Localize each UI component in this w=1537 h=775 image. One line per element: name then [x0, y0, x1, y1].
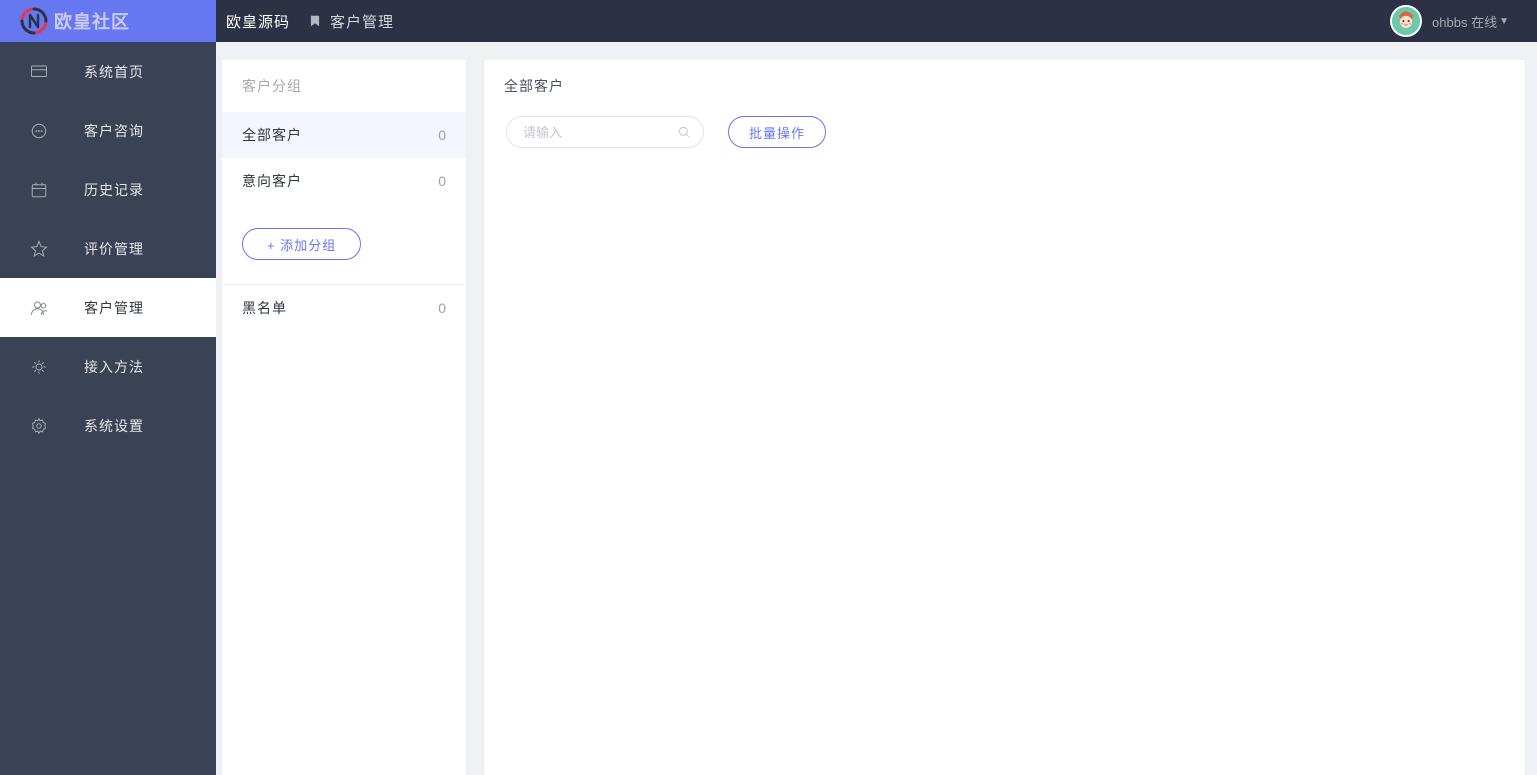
nav-item-integration[interactable]: 接入方法	[0, 337, 216, 396]
nav-label: 系统设置	[84, 416, 144, 436]
nav-item-history[interactable]: 历史记录	[0, 160, 216, 219]
group-item-all[interactable]: 全部客户 0	[222, 112, 466, 158]
nav-label: 系统首页	[84, 62, 144, 82]
content: 客户分组 全部客户 0 意向客户 0 + 添加分组 黑名单 0 全部客户	[216, 42, 1537, 775]
user-menu[interactable]: ohbbs 在线 ▼	[1390, 0, 1509, 42]
batch-action-button[interactable]: 批量操作	[728, 116, 826, 148]
nav-item-consult[interactable]: 客户咨询	[0, 101, 216, 160]
star-icon	[30, 240, 48, 258]
search-wrap	[506, 116, 704, 148]
search-input[interactable]	[506, 116, 704, 148]
nav-label: 客户管理	[84, 298, 144, 318]
logo-text: 欧皇社区	[54, 8, 130, 34]
caret-down-icon: ▼	[1499, 16, 1509, 27]
nav-label: 评价管理	[84, 239, 144, 259]
users-icon	[30, 299, 48, 317]
group-item-count: 0	[438, 127, 446, 143]
page-title-wrap: 客户管理	[308, 11, 394, 32]
customer-list-title: 全部客户	[484, 60, 1525, 116]
group-item-count: 0	[438, 173, 446, 189]
nav-item-home[interactable]: 系统首页	[0, 42, 216, 101]
brand-title: 欧皇源码	[226, 11, 290, 32]
user-name: ohbbs 在线	[1432, 12, 1497, 31]
plug-icon	[30, 358, 48, 376]
bookmark-icon	[308, 14, 322, 28]
monitor-icon	[30, 63, 48, 81]
nav-item-customers[interactable]: 客户管理	[0, 278, 216, 337]
sidebar: 系统首页 客户咨询 历史记录 评价管理 客户管理 接入方法 系统设置	[0, 42, 216, 775]
group-item-blacklist[interactable]: 黑名单 0	[222, 285, 466, 331]
logo-icon	[18, 5, 50, 37]
nav-label: 客户咨询	[84, 121, 144, 141]
nav-label: 接入方法	[84, 357, 144, 377]
group-item-count: 0	[438, 300, 446, 316]
group-item-label: 全部客户	[242, 125, 302, 145]
top-header: 欧皇社区 欧皇源码 客户管理 ohbbs 在线 ▼	[0, 0, 1537, 42]
group-item-intent[interactable]: 意向客户 0	[222, 158, 466, 204]
nav-item-settings[interactable]: 系统设置	[0, 396, 216, 455]
nav-item-reviews[interactable]: 评价管理	[0, 219, 216, 278]
group-item-label: 黑名单	[242, 298, 287, 318]
logo-block[interactable]: 欧皇社区	[0, 0, 216, 42]
toolbar: 批量操作	[484, 116, 1525, 148]
avatar	[1390, 5, 1422, 37]
add-group-button[interactable]: + 添加分组	[242, 228, 361, 260]
search-icon	[676, 124, 692, 140]
gear-icon	[30, 417, 48, 435]
group-item-label: 意向客户	[242, 171, 302, 191]
page-title: 客户管理	[330, 11, 394, 32]
customer-group-panel: 客户分组 全部客户 0 意向客户 0 + 添加分组 黑名单 0	[222, 60, 466, 775]
chat-icon	[30, 122, 48, 140]
nav-label: 历史记录	[84, 180, 144, 200]
calendar-icon	[30, 181, 48, 199]
customer-list-panel: 全部客户 批量操作	[484, 60, 1525, 775]
group-panel-title: 客户分组	[222, 60, 466, 112]
